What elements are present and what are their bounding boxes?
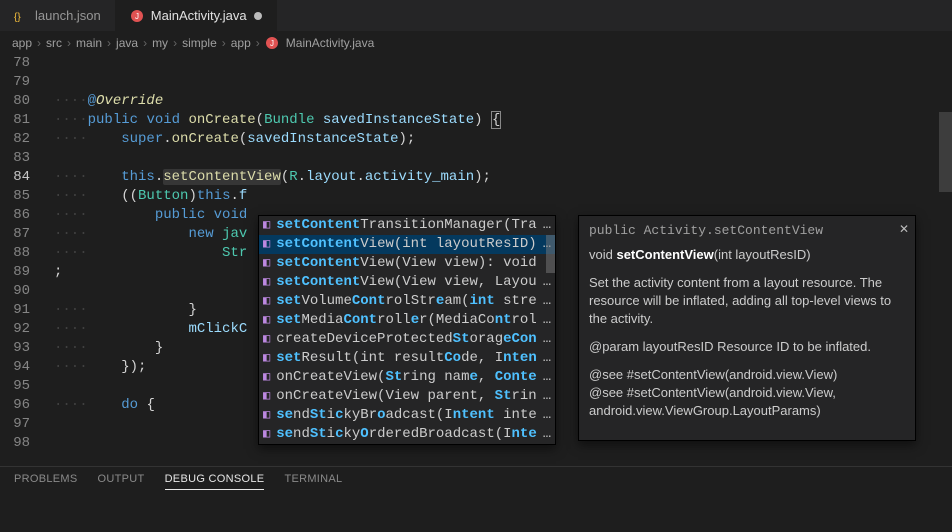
doc-qualified-name: public Activity.setContentView: [589, 222, 905, 240]
method-icon: ◧: [263, 292, 270, 311]
panel-tab-terminal[interactable]: TERMINAL: [284, 473, 342, 490]
close-icon[interactable]: ✕: [899, 220, 909, 238]
panel-tab-debug-console[interactable]: DEBUG CONSOLE: [165, 473, 265, 490]
code-line[interactable]: ···· super.onCreate(savedInstanceState);: [54, 130, 952, 149]
method-icon: ◧: [263, 216, 270, 235]
doc-param: @param layoutResID Resource ID to be inf…: [589, 338, 905, 356]
line-number: 91: [0, 301, 30, 320]
doc-see: @see #setContentView(android.view.View) …: [589, 366, 905, 420]
line-number: 84: [0, 168, 30, 187]
suggest-scrollbar[interactable]: [545, 216, 555, 444]
method-icon: ◧: [263, 311, 270, 330]
panel-tab-output[interactable]: OUTPUT: [98, 473, 145, 490]
code-line[interactable]: ···· ((Button)this.f: [54, 187, 952, 206]
gutter: 7879808182838485868788899091929394959697…: [0, 54, 54, 466]
breadcrumb[interactable]: app › src › main › java › my › simple › app › J…: [0, 32, 952, 54]
line-number: 82: [0, 130, 30, 149]
java-icon: J: [130, 9, 144, 23]
suggest-widget[interactable]: ◧setContentTransitionManager(Tra…◧setCon…: [258, 215, 556, 445]
doc-signature: void setContentView(int layoutResID): [589, 246, 905, 264]
tab-launchjson[interactable]: {} launch.json: [0, 0, 116, 31]
suggest-item[interactable]: ◧onCreateView(View parent, Strin…: [259, 387, 555, 406]
suggest-item[interactable]: ◧setContentView(View view, Layou…: [259, 273, 555, 292]
suggest-item[interactable]: ◧setContentTransitionManager(Tra…: [259, 216, 555, 235]
line-number: 79: [0, 73, 30, 92]
line-number: 89: [0, 263, 30, 282]
breadcrumb-item[interactable]: main: [76, 36, 102, 50]
line-number: 88: [0, 244, 30, 263]
chevron-right-icon: ›: [222, 36, 226, 50]
code-line[interactable]: [54, 149, 952, 168]
chevron-right-icon: ›: [37, 36, 41, 50]
method-icon: ◧: [263, 330, 270, 349]
scrollbar-thumb[interactable]: [546, 235, 555, 273]
suggest-documentation: ✕ public Activity.setContentView void se…: [578, 215, 916, 441]
suggest-item[interactable]: ◧createDeviceProtectedStorageCon…: [259, 330, 555, 349]
line-number: 93: [0, 339, 30, 358]
breadcrumb-item[interactable]: my: [152, 36, 168, 50]
breadcrumb-item[interactable]: app: [231, 36, 251, 50]
method-icon: ◧: [263, 368, 270, 387]
svg-text:J: J: [135, 12, 139, 21]
svg-text:J: J: [270, 39, 274, 48]
tab-label: launch.json: [35, 8, 101, 23]
panel-tab-problems[interactable]: PROBLEMS: [14, 473, 78, 490]
chevron-right-icon: ›: [107, 36, 111, 50]
suggest-item[interactable]: ◧setContentView(int layoutResID)…: [259, 235, 555, 254]
suggest-item[interactable]: ◧setMediaController(MediaControl…: [259, 311, 555, 330]
breadcrumb-item[interactable]: java: [116, 36, 138, 50]
line-number: 98: [0, 434, 30, 453]
line-number: 86: [0, 206, 30, 225]
suggest-item[interactable]: ◧setContentView(View view): void: [259, 254, 555, 273]
dirty-indicator-icon: [254, 12, 262, 20]
method-icon: ◧: [263, 349, 270, 368]
svg-text:{}: {}: [14, 12, 21, 23]
tab-mainactivity[interactable]: J MainActivity.java: [116, 0, 277, 31]
line-number: 78: [0, 54, 30, 73]
line-number: 94: [0, 358, 30, 377]
line-number: 92: [0, 320, 30, 339]
line-number: 96: [0, 396, 30, 415]
line-number: 85: [0, 187, 30, 206]
code-line[interactable]: [54, 54, 952, 73]
editor-tabs: {} launch.json J MainActivity.java: [0, 0, 952, 32]
chevron-right-icon: ›: [143, 36, 147, 50]
chevron-right-icon: ›: [173, 36, 177, 50]
suggest-item[interactable]: ◧setResult(int resultCode, Inten…: [259, 349, 555, 368]
java-icon: J: [265, 36, 279, 50]
breadcrumb-item[interactable]: src: [46, 36, 62, 50]
suggest-item[interactable]: ◧setVolumeControlStream(int stre…: [259, 292, 555, 311]
tab-label: MainActivity.java: [151, 8, 247, 23]
scrollbar-thumb[interactable]: [939, 112, 952, 192]
code-line[interactable]: [54, 73, 952, 92]
code-line[interactable]: ···· this.setContentView(R.layout.activi…: [54, 168, 952, 187]
method-icon: ◧: [263, 235, 270, 254]
breadcrumb-file[interactable]: MainActivity.java: [286, 36, 374, 50]
line-number: 81: [0, 111, 30, 130]
suggest-item[interactable]: ◧sendStickyOrderedBroadcast(Inte…: [259, 425, 555, 444]
code-line[interactable]: ····public void onCreate(Bundle savedIns…: [54, 111, 952, 130]
chevron-right-icon: ›: [256, 36, 260, 50]
line-number: 87: [0, 225, 30, 244]
line-number: 80: [0, 92, 30, 111]
method-icon: ◧: [263, 387, 270, 406]
suggest-item[interactable]: ◧onCreateView(String name, Conte…: [259, 368, 555, 387]
method-icon: ◧: [263, 254, 270, 273]
line-number: 83: [0, 149, 30, 168]
json-icon: {}: [14, 9, 28, 23]
doc-description: Set the activity content from a layout r…: [589, 274, 905, 328]
method-icon: ◧: [263, 406, 270, 425]
method-icon: ◧: [263, 425, 270, 444]
line-number: 95: [0, 377, 30, 396]
line-number: 90: [0, 282, 30, 301]
suggest-item[interactable]: ◧sendStickyBroadcast(Intent inte…: [259, 406, 555, 425]
line-number: 97: [0, 415, 30, 434]
chevron-right-icon: ›: [67, 36, 71, 50]
breadcrumb-item[interactable]: simple: [182, 36, 217, 50]
editor-scrollbar[interactable]: [938, 54, 952, 466]
breadcrumb-item[interactable]: app: [12, 36, 32, 50]
method-icon: ◧: [263, 273, 270, 292]
code-line[interactable]: ····@Override: [54, 92, 952, 111]
panel-tabs: PROBLEMS OUTPUT DEBUG CONSOLE TERMINAL: [0, 466, 952, 496]
